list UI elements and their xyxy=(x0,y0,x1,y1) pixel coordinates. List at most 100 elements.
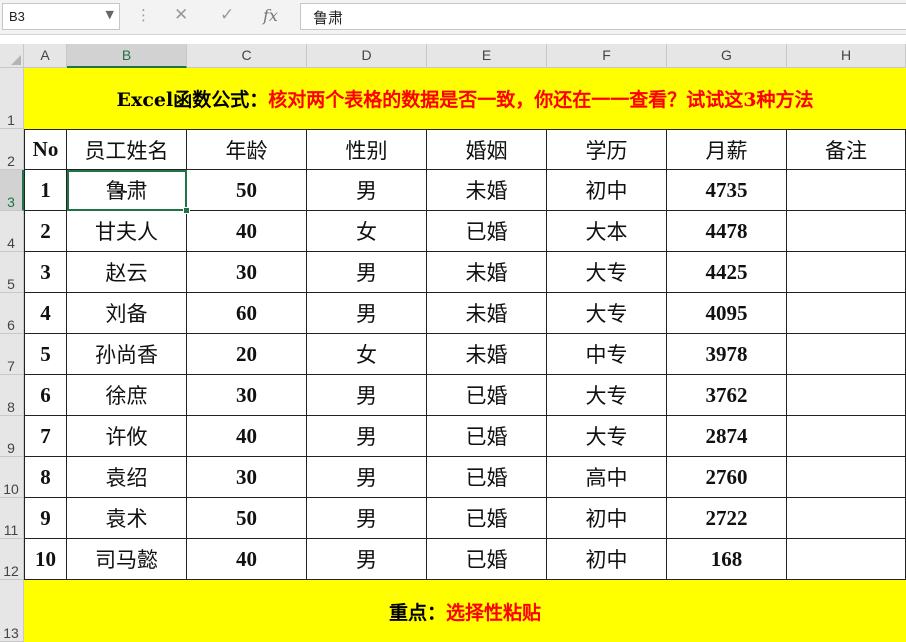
table-cell[interactable]: 4425 xyxy=(667,252,787,293)
table-cell[interactable]: 4 xyxy=(24,293,67,334)
table-cell[interactable]: 大专 xyxy=(547,293,667,334)
column-header-c[interactable]: C xyxy=(187,44,307,68)
table-cell[interactable]: 大专 xyxy=(547,252,667,293)
header-cell[interactable]: 婚姻 xyxy=(427,129,547,170)
table-cell[interactable]: 50 xyxy=(187,498,307,539)
table-cell[interactable]: 男 xyxy=(307,375,427,416)
table-cell[interactable]: 40 xyxy=(187,416,307,457)
header-cell[interactable]: 月薪 xyxy=(667,129,787,170)
row-header-3[interactable]: 3 xyxy=(0,170,24,211)
table-cell[interactable]: 2722 xyxy=(667,498,787,539)
table-cell[interactable]: 女 xyxy=(307,211,427,252)
table-cell[interactable]: 1 xyxy=(24,170,67,211)
table-cell[interactable] xyxy=(787,539,906,580)
table-cell[interactable]: 男 xyxy=(307,170,427,211)
table-cell[interactable]: 中专 xyxy=(547,334,667,375)
table-cell[interactable]: 2760 xyxy=(667,457,787,498)
table-cell[interactable]: 未婚 xyxy=(427,170,547,211)
table-cell[interactable]: 大专 xyxy=(547,375,667,416)
header-cell[interactable]: 备注 xyxy=(787,129,906,170)
column-header-g[interactable]: G xyxy=(667,44,787,68)
table-cell[interactable]: 男 xyxy=(307,252,427,293)
row-header-10[interactable]: 10 xyxy=(0,457,24,498)
table-cell[interactable]: 7 xyxy=(24,416,67,457)
row-header-5[interactable]: 5 xyxy=(0,252,24,293)
header-cell[interactable]: 性别 xyxy=(307,129,427,170)
table-cell[interactable]: 男 xyxy=(307,416,427,457)
table-cell[interactable]: 刘备 xyxy=(67,293,187,334)
table-cell[interactable]: 甘夫人 xyxy=(67,211,187,252)
table-cell[interactable]: 10 xyxy=(24,539,67,580)
column-header-b[interactable]: B xyxy=(67,44,187,68)
table-cell[interactable]: 40 xyxy=(187,211,307,252)
row-header-13[interactable]: 13 xyxy=(0,580,24,642)
table-cell[interactable]: 赵云 xyxy=(67,252,187,293)
table-cell[interactable]: 初中 xyxy=(547,498,667,539)
table-cell[interactable]: 已婚 xyxy=(427,211,547,252)
row-header-7[interactable]: 7 xyxy=(0,334,24,375)
row-header-2[interactable]: 2 xyxy=(0,129,24,170)
table-cell[interactable]: 3762 xyxy=(667,375,787,416)
table-cell[interactable]: 初中 xyxy=(547,170,667,211)
table-cell[interactable]: 女 xyxy=(307,334,427,375)
table-cell[interactable]: 大本 xyxy=(547,211,667,252)
table-cell[interactable]: 未婚 xyxy=(427,334,547,375)
formula-input[interactable]: 鲁肃 xyxy=(300,3,906,30)
table-cell[interactable]: 50 xyxy=(187,170,307,211)
select-all-button[interactable] xyxy=(0,44,24,68)
header-cell[interactable]: 年龄 xyxy=(187,129,307,170)
table-cell[interactable]: 孙尚香 xyxy=(67,334,187,375)
table-cell[interactable]: 已婚 xyxy=(427,375,547,416)
table-cell[interactable]: 大专 xyxy=(547,416,667,457)
table-cell[interactable] xyxy=(787,293,906,334)
table-cell[interactable] xyxy=(787,252,906,293)
table-cell[interactable]: 男 xyxy=(307,539,427,580)
row-header-6[interactable]: 6 xyxy=(0,293,24,334)
table-cell[interactable] xyxy=(787,457,906,498)
table-cell[interactable]: 4478 xyxy=(667,211,787,252)
table-cell[interactable]: 3978 xyxy=(667,334,787,375)
row-header-8[interactable]: 8 xyxy=(0,375,24,416)
table-cell[interactable]: 许攸 xyxy=(67,416,187,457)
table-cell[interactable]: 已婚 xyxy=(427,498,547,539)
name-box[interactable]: B3 ▼ xyxy=(2,3,120,30)
table-cell[interactable] xyxy=(787,170,906,211)
table-cell[interactable]: 30 xyxy=(187,457,307,498)
insert-function-icon[interactable]: fx xyxy=(263,6,278,25)
table-cell[interactable]: 2 xyxy=(24,211,67,252)
table-cell[interactable]: 高中 xyxy=(547,457,667,498)
table-cell[interactable]: 8 xyxy=(24,457,67,498)
table-cell[interactable]: 男 xyxy=(307,498,427,539)
table-cell[interactable]: 已婚 xyxy=(427,457,547,498)
table-cell[interactable]: 60 xyxy=(187,293,307,334)
column-header-h[interactable]: H xyxy=(787,44,906,68)
table-cell[interactable]: 未婚 xyxy=(427,293,547,334)
enter-icon[interactable]: ✓ xyxy=(220,5,234,25)
header-cell[interactable]: 学历 xyxy=(547,129,667,170)
column-header-f[interactable]: F xyxy=(547,44,667,68)
table-cell[interactable]: 袁绍 xyxy=(67,457,187,498)
column-header-a[interactable]: A xyxy=(24,44,67,68)
table-cell[interactable]: 6 xyxy=(24,375,67,416)
column-header-d[interactable]: D xyxy=(307,44,427,68)
table-cell[interactable]: 9 xyxy=(24,498,67,539)
more-options-icon[interactable]: ⋮ xyxy=(136,7,151,23)
table-cell[interactable]: 168 xyxy=(667,539,787,580)
table-cell[interactable] xyxy=(787,211,906,252)
row-header-1[interactable]: 1 xyxy=(0,68,24,129)
row-header-11[interactable]: 11 xyxy=(0,498,24,539)
column-header-e[interactable]: E xyxy=(427,44,547,68)
table-cell[interactable]: 徐庶 xyxy=(67,375,187,416)
table-cell[interactable]: 已婚 xyxy=(427,539,547,580)
table-cell[interactable]: 20 xyxy=(187,334,307,375)
table-cell[interactable]: 4735 xyxy=(667,170,787,211)
table-cell[interactable] xyxy=(787,334,906,375)
row-header-12[interactable]: 12 xyxy=(0,539,24,580)
table-cell[interactable] xyxy=(787,416,906,457)
table-cell[interactable]: 已婚 xyxy=(427,416,547,457)
table-cell[interactable]: 袁术 xyxy=(67,498,187,539)
table-cell[interactable]: 男 xyxy=(307,457,427,498)
header-cell[interactable]: No xyxy=(24,129,67,170)
header-cell[interactable]: 员工姓名 xyxy=(67,129,187,170)
table-cell[interactable]: 4095 xyxy=(667,293,787,334)
